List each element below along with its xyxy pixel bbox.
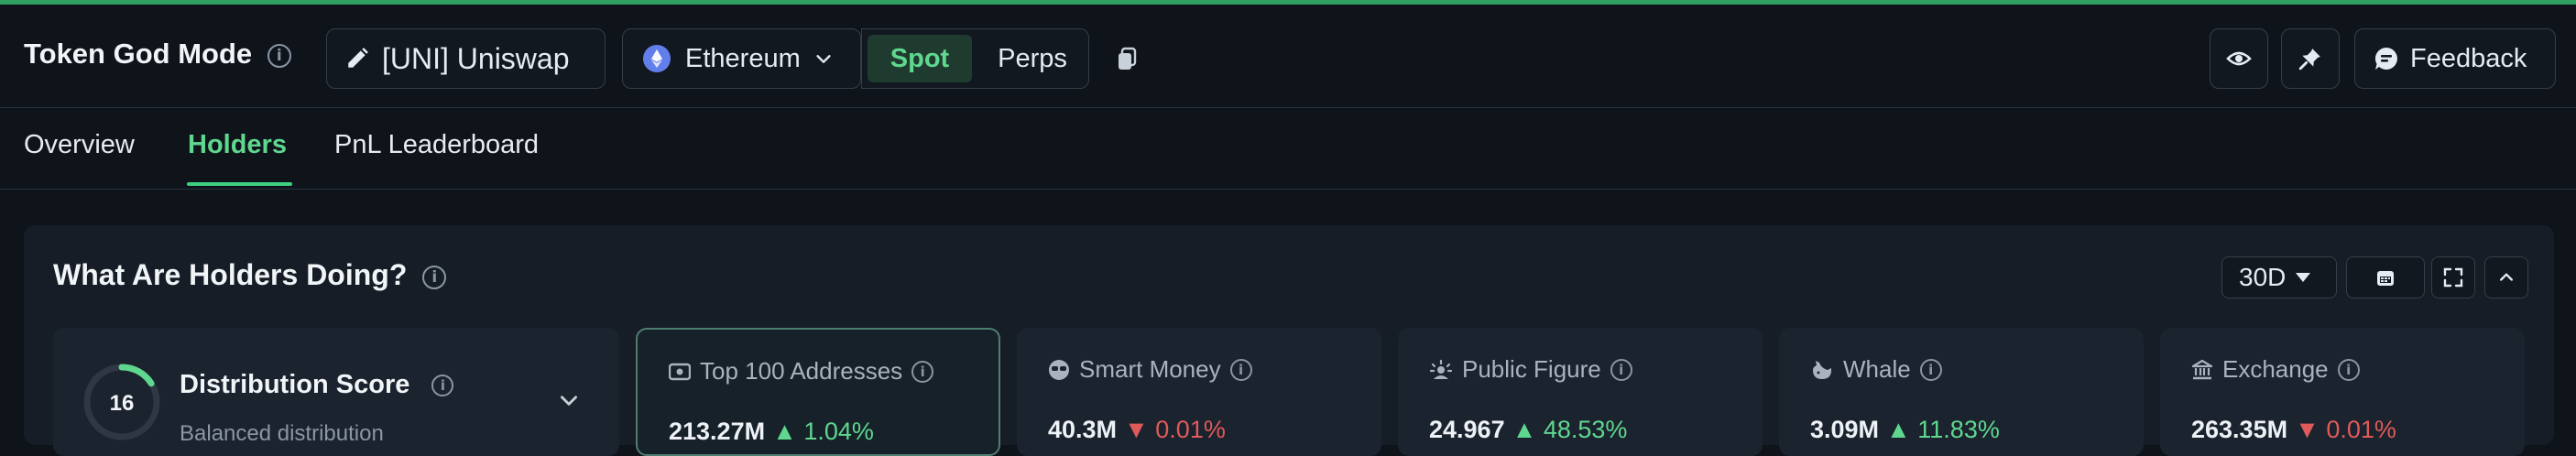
card-change: ▲ 11.83% [1886, 416, 2000, 443]
card-value-text: 40.3M [1048, 416, 1118, 443]
card-whale[interactable]: Whale i 3.09M ▲ 11.83% [1779, 328, 2144, 456]
card-value-text: 24.967 [1429, 416, 1505, 443]
card-value: 40.3M ▼ 0.01% [1048, 416, 1226, 444]
card-value: 213.27M ▲ 1.04% [669, 418, 874, 446]
card-label: Public Figure i [1429, 355, 1632, 384]
card-change: ▼ 0.01% [1124, 416, 1226, 443]
tab-bar: Overview Holders PnL Leaderboard [0, 108, 2576, 190]
copy-icon[interactable] [1116, 47, 1138, 72]
tab-holders[interactable]: Holders [188, 130, 287, 160]
card-label: Top 100 Addresses i [669, 357, 934, 385]
chevron-down-icon[interactable] [557, 388, 581, 412]
info-icon[interactable]: i [911, 360, 934, 383]
period-selector[interactable]: 30D [2221, 256, 2337, 299]
collapse-button[interactable] [2484, 256, 2528, 299]
active-tab-indicator [187, 182, 292, 186]
card-label: Exchange i [2191, 355, 2360, 384]
card-value-text: 213.27M [669, 418, 766, 445]
date-range-button[interactable] [2346, 256, 2425, 299]
period-label: 30D [2239, 263, 2287, 291]
pin-button[interactable] [2281, 28, 2340, 89]
card-change-text: 11.83% [1917, 416, 2000, 443]
smart-money-icon [1049, 359, 1069, 380]
whale-icon [1813, 360, 1831, 379]
info-icon[interactable]: i [422, 266, 447, 289]
page-title-text: Token God Mode [24, 38, 253, 70]
watch-button[interactable] [2210, 28, 2268, 89]
distribution-score-label: Distribution Score [180, 370, 410, 399]
chevron-up-icon [2500, 273, 2513, 281]
eye-icon [2226, 51, 2252, 66]
card-smart-money[interactable]: Smart Money i 40.3M ▼ 0.01% [1017, 328, 1381, 456]
chain-label: Ethereum [685, 43, 801, 73]
info-icon[interactable]: i [1919, 358, 1942, 381]
card-value: 263.35M ▼ 0.01% [2191, 416, 2396, 444]
ethereum-icon [643, 45, 671, 72]
exchange-icon [2191, 359, 2213, 379]
card-public-figure[interactable]: Public Figure i 24.967 ▲ 48.53% [1398, 328, 1763, 456]
chain-selector-button[interactable]: Ethereum [622, 28, 861, 89]
market-type-toggle: Spot Perps [861, 28, 1089, 89]
pin-icon [2298, 49, 2320, 71]
card-change: ▲ 1.04% [772, 418, 874, 445]
card-exchange[interactable]: Exchange i 263.35M ▼ 0.01% [2160, 328, 2525, 456]
card-change: ▲ 48.53% [1512, 416, 1628, 443]
calendar-icon [2377, 271, 2394, 286]
card-label-text: Smart Money [1079, 355, 1221, 383]
card-label-text: Exchange [2222, 355, 2329, 383]
info-icon[interactable]: i [431, 375, 454, 396]
card-value-text: 263.35M [2191, 416, 2288, 443]
info-icon[interactable]: i [1610, 358, 1632, 381]
card-change-text: 48.53% [1543, 416, 1628, 443]
pencil-icon [348, 48, 368, 68]
card-label: Smart Money i [1048, 355, 1252, 384]
distribution-score-gauge: 16 [83, 364, 160, 440]
card-label: Whale i [1810, 355, 1942, 384]
chat-bubble-icon [2374, 47, 2397, 70]
header-bar: Token God Mode i [UNI] Uniswap Ethereum … [0, 5, 2576, 108]
spot-tab[interactable]: Spot [868, 35, 972, 82]
holders-panel: What Are Holders Doing? i 30D 16 Distrib… [24, 225, 2554, 456]
wallet-icon [669, 363, 691, 380]
info-icon[interactable]: i [2337, 358, 2360, 381]
token-label: [UNI] Uniswap [382, 41, 570, 75]
panel-title-text: What Are Holders Doing? [53, 258, 408, 291]
card-change: ▼ 0.01% [2295, 416, 2396, 443]
card-label-text: Top 100 Addresses [700, 357, 903, 385]
card-change-text: 0.01% [1155, 416, 1226, 443]
card-value-text: 3.09M [1810, 416, 1880, 443]
public-figure-icon [1429, 359, 1453, 379]
info-icon[interactable]: i [267, 44, 291, 68]
score-value: 16 [110, 391, 135, 416]
fullscreen-button[interactable] [2431, 256, 2475, 299]
card-top-100-addresses[interactable]: Top 100 Addresses i 213.27M ▲ 1.04% [636, 328, 1000, 456]
expand-icon [2443, 267, 2463, 288]
token-selector-button[interactable]: [UNI] Uniswap [326, 28, 606, 89]
panel-title: What Are Holders Doing? i [53, 258, 447, 292]
feedback-button[interactable]: Feedback [2354, 28, 2556, 89]
tab-overview[interactable]: Overview [24, 130, 135, 160]
tab-pnl-leaderboard[interactable]: PnL Leaderboard [334, 130, 539, 160]
card-value: 24.967 ▲ 48.53% [1429, 416, 1627, 444]
page-title: Token God Mode i [24, 38, 291, 71]
feedback-label: Feedback [2410, 43, 2527, 73]
info-icon[interactable]: i [1229, 358, 1252, 381]
card-value: 3.09M ▲ 11.83% [1810, 416, 2000, 444]
distribution-score-title: Distribution Score i [180, 370, 454, 400]
card-label-text: Public Figure [1462, 355, 1601, 383]
distribution-score-card[interactable]: 16 Distribution Score i Balanced distrib… [53, 328, 619, 456]
card-change-text: 0.01% [2326, 416, 2396, 443]
card-label-text: Whale [1843, 355, 1911, 383]
distribution-score-subtitle: Balanced distribution [180, 421, 384, 446]
chevron-down-icon [816, 55, 831, 63]
card-change-text: 1.04% [803, 418, 874, 445]
perps-tab[interactable]: Perps [981, 35, 1084, 82]
caret-down-icon [2296, 273, 2311, 282]
